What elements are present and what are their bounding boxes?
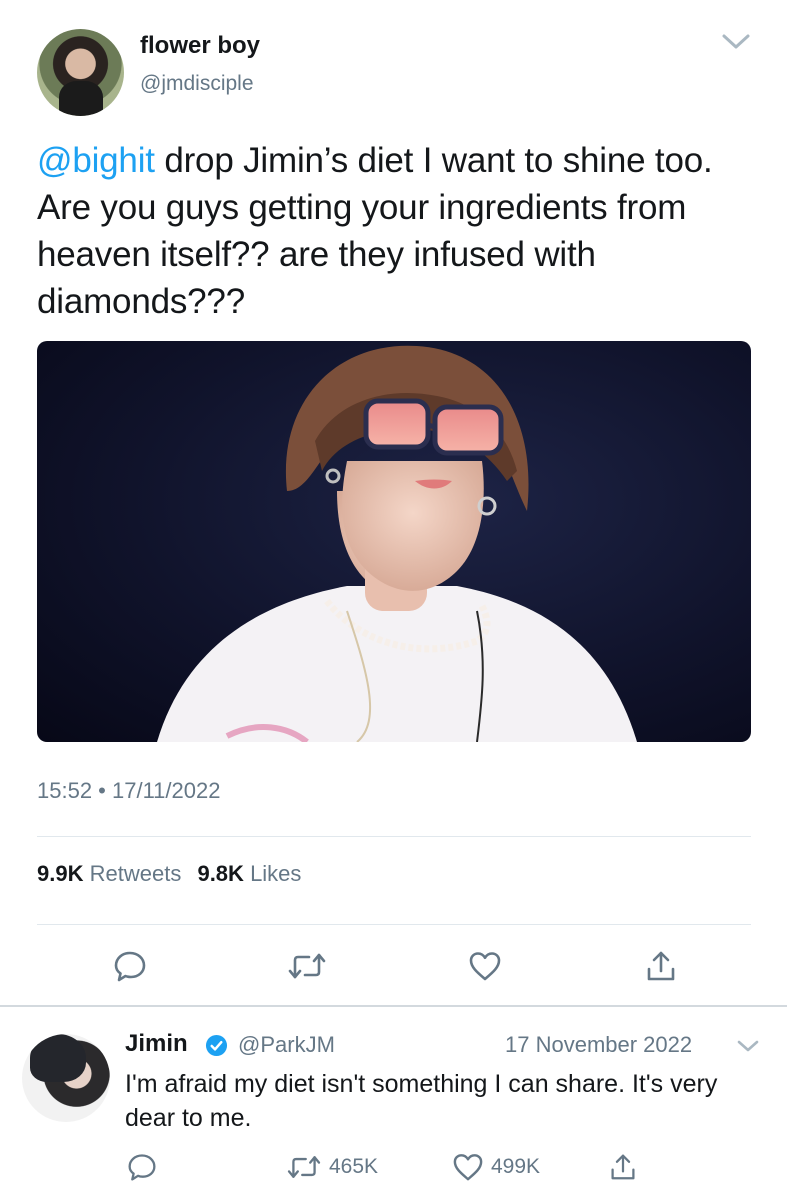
share-icon bbox=[647, 951, 675, 981]
tweet-timestamp[interactable]: 15:52 • 17/11/2022 bbox=[37, 778, 220, 804]
retweets-count: 9.9K bbox=[37, 861, 84, 886]
retweet-button[interactable]: 465K bbox=[286, 1152, 378, 1182]
retweet-button[interactable] bbox=[285, 946, 329, 986]
likes-count: 9.8K bbox=[197, 861, 244, 886]
like-count: 499K bbox=[491, 1155, 541, 1178]
reply-icon bbox=[114, 951, 146, 982]
reply-icon bbox=[128, 1154, 156, 1181]
reply-text: I'm afraid my diet isn't something I can… bbox=[125, 1070, 718, 1132]
mention-link[interactable]: @bighit bbox=[37, 141, 155, 180]
tweet-photo[interactable] bbox=[37, 341, 751, 742]
reply-tweet[interactable]: Jimin @ParkJM 17 November 2022 I'm afrai… bbox=[0, 1007, 787, 1200]
verified-badge-icon bbox=[205, 1034, 228, 1057]
share-button[interactable] bbox=[641, 946, 681, 986]
avatar[interactable] bbox=[37, 29, 124, 116]
avatar[interactable] bbox=[22, 1034, 110, 1122]
engagement-stats: 9.9K Retweets 9.8K Likes bbox=[37, 861, 301, 887]
chevron-down-icon[interactable] bbox=[736, 1037, 760, 1055]
like-button[interactable] bbox=[465, 946, 505, 986]
divider bbox=[37, 924, 751, 925]
user-handle[interactable]: @ParkJM bbox=[238, 1032, 335, 1058]
retweets-label: Retweets bbox=[89, 861, 182, 886]
user-handle[interactable]: @jmdisciple bbox=[140, 72, 254, 96]
tweet-text: @bighit drop Jimin’s diet I want to shin… bbox=[37, 137, 757, 325]
reply-button[interactable] bbox=[110, 946, 150, 986]
likes-stat[interactable]: 9.8K Likes bbox=[197, 861, 301, 886]
retweets-stat[interactable]: 9.9K Retweets bbox=[37, 861, 181, 886]
share-button[interactable] bbox=[610, 1152, 636, 1182]
display-name[interactable]: Jimin bbox=[125, 1030, 188, 1058]
reply-button[interactable] bbox=[127, 1152, 157, 1182]
retweet-icon bbox=[288, 953, 326, 979]
chevron-down-icon[interactable] bbox=[721, 31, 751, 53]
retweet-icon bbox=[287, 1156, 321, 1178]
like-button[interactable]: 499K bbox=[452, 1152, 540, 1182]
share-icon bbox=[611, 1154, 635, 1180]
likes-label: Likes bbox=[250, 861, 302, 886]
display-name[interactable]: flower boy bbox=[140, 32, 260, 60]
divider bbox=[37, 836, 751, 837]
like-icon bbox=[469, 952, 501, 981]
reply-date[interactable]: 17 November 2022 bbox=[505, 1032, 692, 1058]
like-icon bbox=[453, 1154, 483, 1181]
retweet-count: 465K bbox=[329, 1155, 379, 1178]
main-tweet: flower boy @jmdisciple @bighit drop Jimi… bbox=[0, 0, 787, 1007]
